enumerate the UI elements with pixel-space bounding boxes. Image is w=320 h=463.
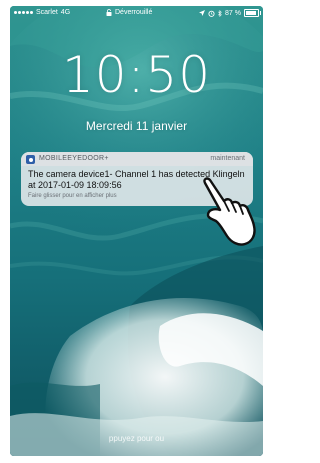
unlock-hint: ppuyez pour ou xyxy=(108,434,165,443)
app-icon xyxy=(26,155,35,164)
carrier-name: Scarlet xyxy=(36,9,58,16)
lock-screen-date: Mercredi 11 janvier xyxy=(85,119,188,133)
lock-screen-time: 10:50 xyxy=(61,46,212,104)
battery-percent: 87 % xyxy=(225,9,241,17)
status-center: Déverrouillé xyxy=(106,9,152,16)
notification-hint: Faire glisser pour en afficher plus xyxy=(28,193,117,199)
lock-status: Déverrouillé xyxy=(115,9,153,16)
status-right: 87 % xyxy=(199,9,261,17)
notification-app-name: MOBILEEYEDOOR+ xyxy=(39,155,109,162)
status-left: Scarlet 4G xyxy=(14,9,70,16)
status-bar: Scarlet 4G Déverrouillé 87 % xyxy=(10,6,263,20)
location-arrow-icon xyxy=(199,10,206,16)
phone-screen: Scarlet 4G Déverrouillé 87 % 10:50 Mercr… xyxy=(10,6,263,456)
notification-time: maintenant xyxy=(210,155,245,162)
padlock-open-icon xyxy=(106,9,112,16)
battery-icon xyxy=(244,9,261,17)
battery-fill xyxy=(246,11,256,15)
alarm-clock-icon xyxy=(208,10,215,17)
pointing-hand-icon xyxy=(203,177,256,246)
notification-header: MOBILEEYEDOOR+ maintenant xyxy=(21,152,253,166)
signal-strength-icon xyxy=(14,11,33,14)
network-type: 4G xyxy=(60,9,71,16)
bluetooth-icon xyxy=(218,9,222,17)
